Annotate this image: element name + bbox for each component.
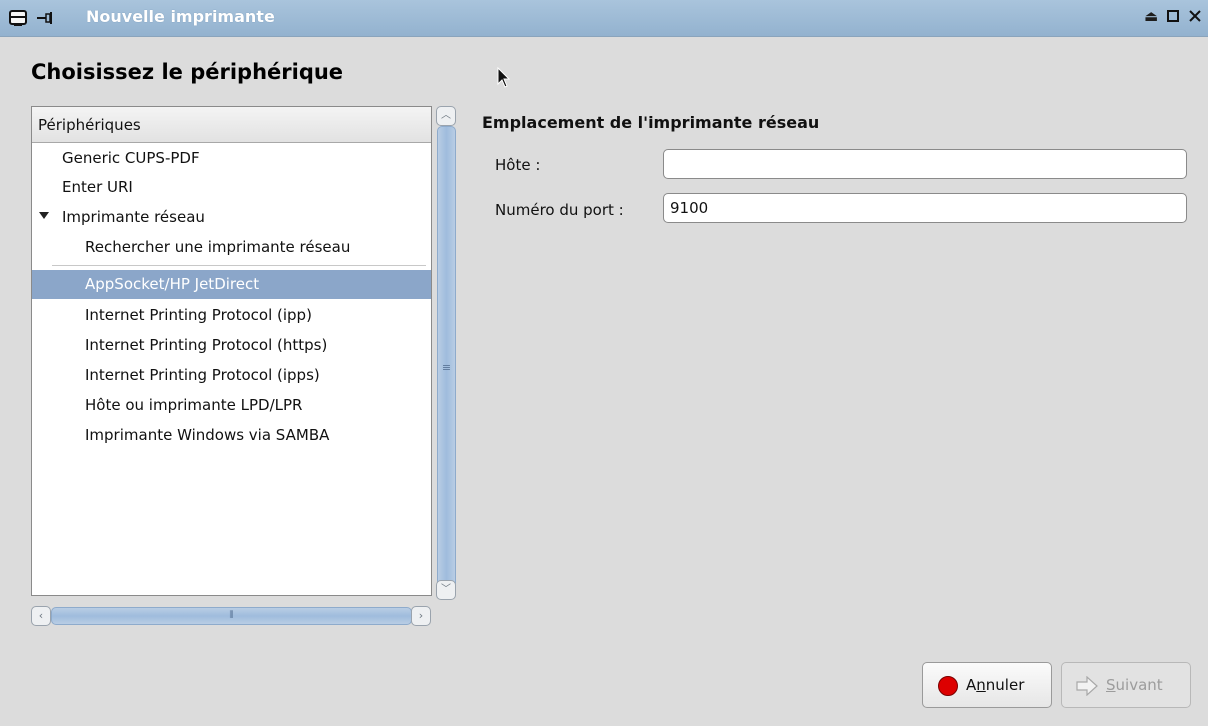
horizontal-scroll-thumb[interactable]: ⦀ xyxy=(51,607,412,625)
grip-icon: ≡ xyxy=(441,361,452,374)
tree-item-generic-cups-pdf[interactable]: Generic CUPS-PDF xyxy=(32,144,431,173)
mouse-pointer-icon xyxy=(497,66,511,93)
maximize-icon[interactable] xyxy=(1166,8,1180,24)
tree-item-network-printer[interactable]: Imprimante réseau xyxy=(32,203,431,232)
arrow-right-icon xyxy=(1076,675,1098,700)
tree-horizontal-scrollbar[interactable]: ‹ ⦀ › xyxy=(31,606,431,626)
stop-icon xyxy=(938,676,958,696)
scroll-left-button[interactable]: ‹ xyxy=(31,606,51,626)
tree-item-ipps[interactable]: Internet Printing Protocol (ipps) xyxy=(32,361,431,390)
tree-vertical-scrollbar[interactable]: ︿ ≡ ﹀ xyxy=(436,106,456,600)
tree-item-lpd-lpr[interactable]: Hôte ou imprimante LPD/LPR xyxy=(32,391,431,420)
tree-item-samba[interactable]: Imprimante Windows via SAMBA xyxy=(32,421,431,450)
tree-item-https[interactable]: Internet Printing Protocol (https) xyxy=(32,331,431,360)
scroll-down-button[interactable]: ﹀ xyxy=(436,580,456,600)
next-button[interactable]: Suivant xyxy=(1061,662,1191,708)
expander-triangle-icon[interactable] xyxy=(39,212,49,219)
title-bar[interactable]: Nouvelle imprimante ⏏ xyxy=(0,0,1208,37)
close-icon[interactable] xyxy=(1188,8,1202,24)
eject-icon[interactable]: ⏏ xyxy=(1144,8,1158,24)
location-section-title: Emplacement de l'imprimante réseau xyxy=(482,113,820,132)
tree-item-find-network-printer[interactable]: Rechercher une imprimante réseau xyxy=(32,233,431,262)
tree-item-appsocket[interactable]: AppSocket/HP JetDirect xyxy=(32,270,431,299)
page-title: Choisissez le périphérique xyxy=(31,60,344,84)
vertical-scroll-thumb[interactable]: ≡ xyxy=(437,126,456,588)
scroll-up-button[interactable]: ︿ xyxy=(436,106,456,126)
tree-item-ipp[interactable]: Internet Printing Protocol (ipp) xyxy=(32,301,431,330)
window-title: Nouvelle imprimante xyxy=(86,7,275,26)
tree-item-enter-uri[interactable]: Enter URI xyxy=(32,173,431,202)
port-label: Numéro du port : xyxy=(495,201,624,219)
port-input[interactable] xyxy=(663,193,1187,223)
pin-icon[interactable] xyxy=(36,10,56,30)
scroll-right-button[interactable]: › xyxy=(411,606,431,626)
cancel-button[interactable]: Annuler xyxy=(922,662,1052,708)
row-separator xyxy=(52,265,426,266)
printer-icon[interactable] xyxy=(8,8,28,32)
host-input[interactable] xyxy=(663,149,1187,179)
tree-column-header[interactable]: Périphériques xyxy=(32,107,431,143)
device-tree[interactable]: Périphériques Generic CUPS-PDF Enter URI… xyxy=(31,106,432,596)
host-label: Hôte : xyxy=(495,156,541,174)
grip-icon: ⦀ xyxy=(229,610,234,621)
